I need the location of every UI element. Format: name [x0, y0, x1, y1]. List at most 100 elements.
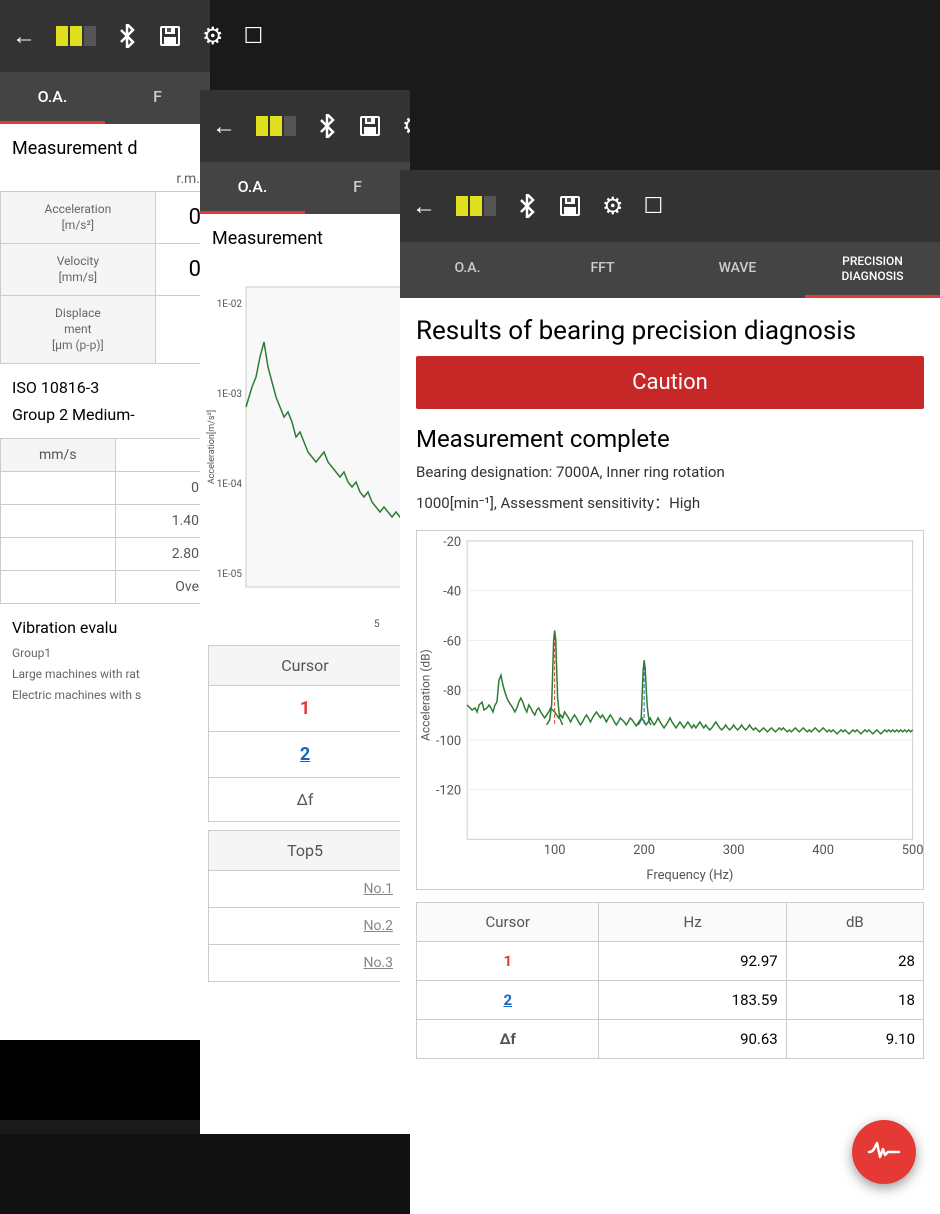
cursor-delta-hz: 90.63 [599, 1020, 786, 1059]
vib-sub2: Large machines with rat [0, 664, 210, 685]
cursor-1-db: 28 [786, 942, 923, 981]
bottom-black-overlay [0, 1134, 410, 1214]
chart-area-2: 1E-02 1E-03 1E-04 1E-05 5 Acceleration[m… [200, 257, 410, 637]
cursor-delta-cell: Δf [417, 1020, 599, 1059]
svg-text:-120: -120 [436, 784, 461, 799]
bluetooth-icon-1[interactable] [116, 24, 138, 48]
cursor-delta-label: Δf [209, 778, 401, 821]
cursor-delta-db: 9.10 [786, 1020, 923, 1059]
top5-panel: Top5 No.1 No.2 No.3 [208, 830, 402, 982]
toolbar-3 [400, 170, 940, 242]
battery-icon-3 [456, 196, 496, 216]
bearing-info-line2: 1000[min⁻¹], Assessment sensitivity：High [400, 488, 940, 519]
battery-icon-2 [256, 116, 296, 136]
cursor-delta-row: Δf [209, 778, 401, 821]
tab-wave[interactable]: WAVE [670, 242, 805, 298]
back-button-1[interactable] [12, 22, 36, 51]
rms-label: r.m. [0, 167, 210, 191]
vib-sub1: Group1 [0, 643, 210, 664]
svg-text:100: 100 [544, 843, 566, 858]
cursor-row-2[interactable]: 2 [209, 732, 401, 778]
back-button-3[interactable] [412, 192, 436, 221]
tab-f-1[interactable]: F [105, 72, 210, 124]
svg-text:Acceleration[m/s²]: Acceleration[m/s²] [207, 410, 217, 484]
cursor-1-cell: 1 [417, 942, 599, 981]
tab-oa-3[interactable]: O.A. [400, 242, 535, 298]
precision-tabs-bar: O.A. FFT WAVE PRECISIONDIAGNOSIS [400, 242, 940, 298]
battery-icon-1 [56, 26, 96, 46]
vib-sub3: Electric machines with s [0, 685, 210, 706]
svg-text:Frequency (Hz): Frequency (Hz) [646, 868, 733, 883]
svg-text:5: 5 [374, 619, 380, 630]
save-button-1[interactable] [158, 24, 182, 48]
top5-header: Top5 [209, 831, 401, 871]
svg-text:1E-03: 1E-03 [217, 389, 242, 400]
bottom-black-1 [0, 1040, 210, 1120]
heartbeat-icon [867, 1135, 901, 1169]
top5-row-3[interactable]: No.3 [209, 945, 401, 981]
toolbar-2 [200, 90, 410, 162]
group-label: Group 2 Medium- [0, 401, 210, 438]
col-hz: Hz [599, 903, 786, 942]
cursor-row-1: 1 92.97 28 [417, 942, 924, 981]
velocity-table: mm/s 0 1.40 2.80 Ove [0, 438, 210, 604]
fft-chart-svg: -20 -40 -60 -80 -100 -120 100 200 300 40… [417, 531, 923, 889]
bluetooth-icon-3[interactable] [516, 194, 538, 218]
cursor-2-hz: 183.59 [599, 981, 786, 1020]
measurement-complete: Measurement complete [400, 409, 940, 457]
svg-text:1E-04: 1E-04 [217, 479, 243, 490]
results-title: Results of bearing precision diagnosis [400, 298, 940, 356]
cursor-row-1[interactable]: 1 [209, 686, 401, 732]
top5-row-2[interactable]: No.2 [209, 908, 401, 945]
svg-text:-60: -60 [443, 634, 461, 649]
settings-icon-2[interactable] [402, 112, 410, 140]
col-cursor: Cursor [417, 903, 599, 942]
cursor-2-db: 18 [786, 981, 923, 1020]
fft-chart-container: -20 -40 -60 -80 -100 -120 100 200 300 40… [416, 530, 924, 890]
tab-precision-diagnosis[interactable]: PRECISIONDIAGNOSIS [805, 242, 940, 298]
settings-icon-1[interactable] [202, 22, 224, 50]
svg-text:300: 300 [723, 843, 745, 858]
tabs-bar-1: O.A. F [0, 72, 210, 124]
top5-row-1[interactable]: No.1 [209, 871, 401, 908]
fullscreen-icon-1[interactable] [244, 24, 264, 49]
cursor-table-container: Cursor Hz dB 1 92.97 28 2 183.59 18 Δf [416, 902, 924, 1059]
back-button-2[interactable] [212, 112, 236, 141]
window-2: O.A. F Measurement 1E-02 1E-03 1E-04 1E-… [200, 90, 410, 1170]
toolbar-1 [0, 0, 210, 72]
settings-icon-3[interactable] [602, 192, 624, 220]
fab-button[interactable] [852, 1120, 916, 1184]
cursor-delta-row: Δf 90.63 9.10 [417, 1020, 924, 1059]
tabs-bar-2: O.A. F [200, 162, 410, 214]
section-title-1: Measurement d [0, 124, 210, 167]
chart-svg-2: 1E-02 1E-03 1E-04 1E-05 5 Acceleration[m… [204, 257, 410, 637]
col-db: dB [786, 903, 923, 942]
vibration-label: Vibration evalu [0, 604, 210, 643]
cursor-header: Cursor [209, 646, 401, 686]
svg-text:1E-02: 1E-02 [217, 299, 243, 310]
cursor-1-label[interactable]: 1 [209, 686, 401, 731]
cursor-panel: Cursor 1 2 Δf [208, 645, 402, 822]
tab-oa-1[interactable]: O.A. [0, 72, 105, 124]
svg-text:Acceleration (dB): Acceleration (dB) [418, 649, 432, 741]
svg-text:400: 400 [812, 843, 834, 858]
bearing-info-line1: Bearing designation: 7000A, Inner ring r… [400, 457, 940, 488]
save-button-2[interactable] [358, 114, 382, 138]
caution-bar: Caution [416, 356, 924, 409]
svg-text:-40: -40 [443, 585, 461, 600]
svg-text:500: 500 [902, 843, 923, 858]
svg-text:1E-05: 1E-05 [217, 569, 243, 580]
save-button-3[interactable] [558, 194, 582, 218]
measurement-table-1: Acceleration[m/s²] 0 Velocity[mm/s] 0 Di… [0, 191, 210, 364]
tab-fft[interactable]: FFT [535, 242, 670, 298]
bluetooth-icon-2[interactable] [316, 114, 338, 138]
svg-text:-80: -80 [443, 684, 461, 699]
window-1: O.A. F Measurement d r.m. Acceleration[m… [0, 0, 210, 1120]
tab-f-2[interactable]: F [305, 162, 410, 214]
window-3: O.A. FFT WAVE PRECISIONDIAGNOSIS Results… [400, 170, 940, 1214]
tab-oa-2[interactable]: O.A. [200, 162, 305, 214]
fullscreen-icon-3[interactable] [644, 194, 664, 219]
cursor-2-label[interactable]: 2 [209, 732, 401, 777]
cursor-1-hz: 92.97 [599, 942, 786, 981]
cursor-2-cell: 2 [417, 981, 599, 1020]
